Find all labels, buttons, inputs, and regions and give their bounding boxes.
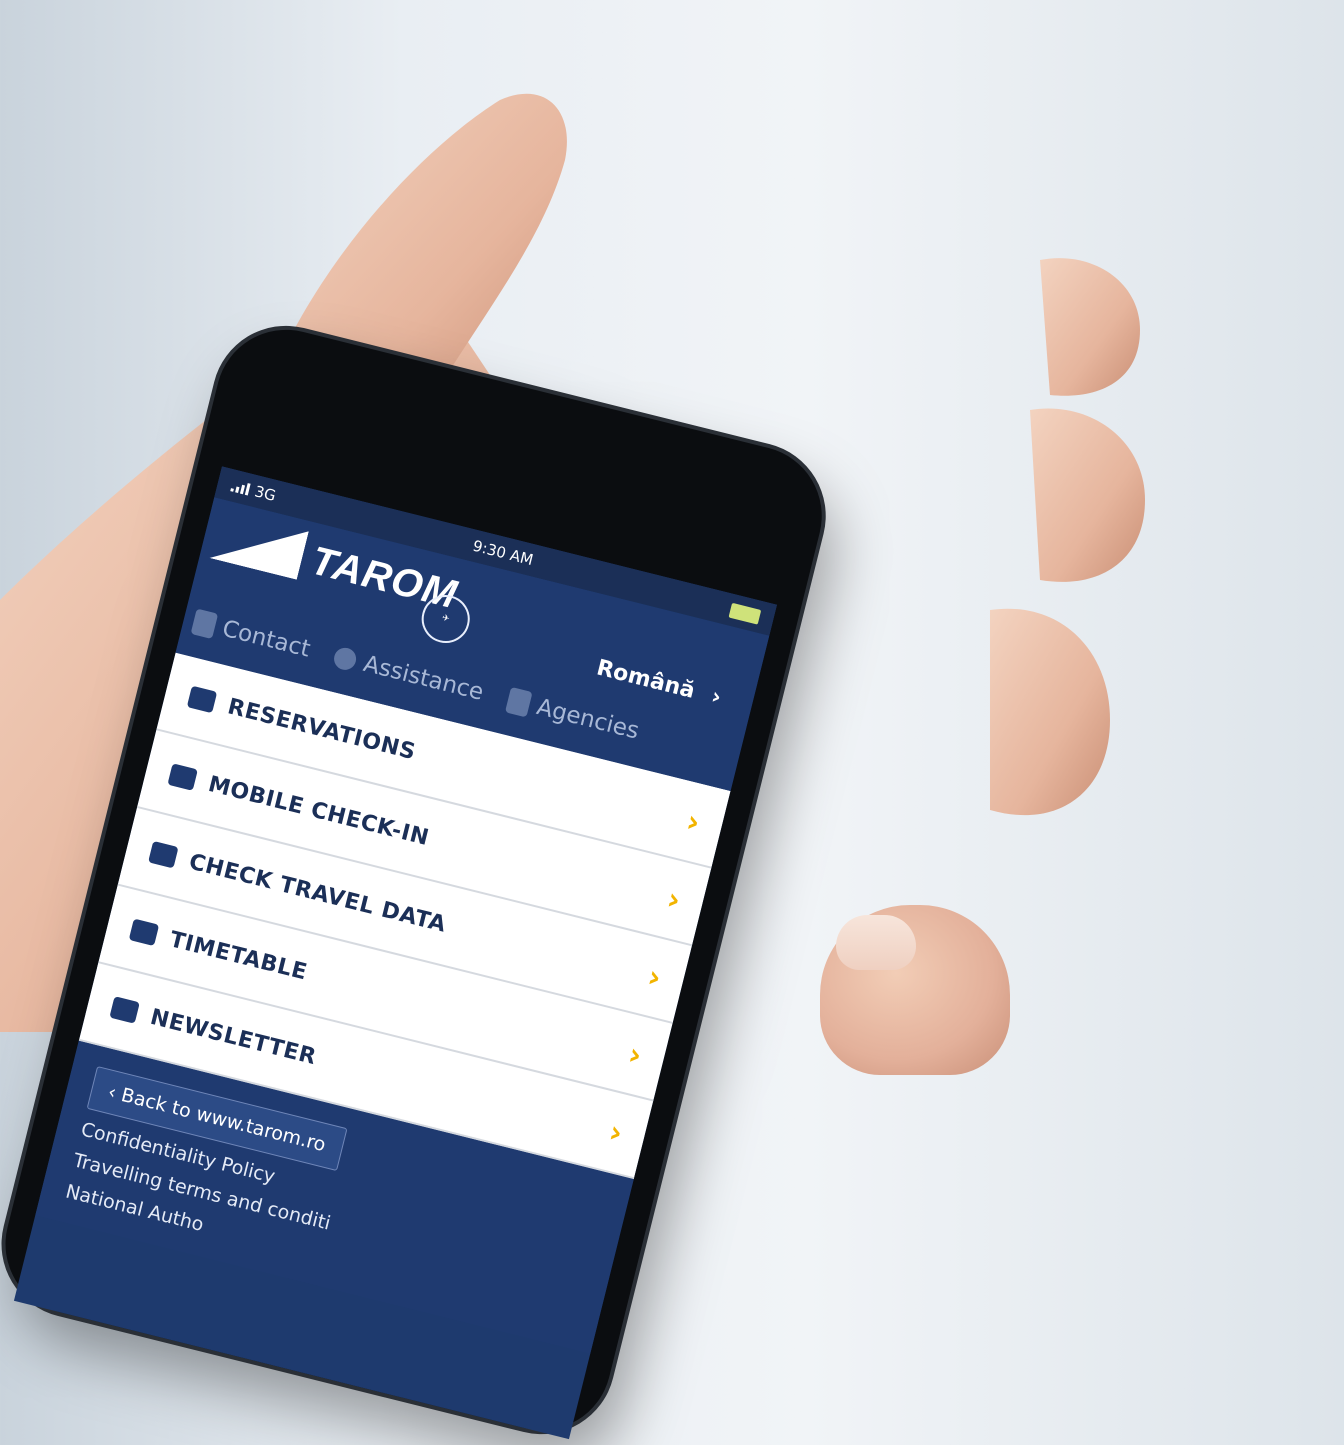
nav-agencies-label: Agencies: [534, 694, 642, 745]
chevron-right-icon: ›: [683, 803, 705, 841]
battery-icon: [728, 602, 762, 625]
language-switch[interactable]: Română ›: [594, 655, 724, 710]
logo-tail-icon: [209, 510, 308, 580]
nav-contact-label: Contact: [219, 615, 313, 663]
chevron-right-icon: ›: [644, 958, 666, 996]
envelope-icon: [109, 996, 140, 1024]
globe-icon: [148, 840, 179, 869]
menu-item-label: NEWSLETTER: [147, 1004, 319, 1070]
nav-contact[interactable]: Contact: [190, 608, 313, 663]
calendar-icon: [128, 918, 160, 947]
right-finger-1: [1040, 258, 1140, 396]
thumbnail-highlight: [836, 915, 916, 970]
reservations-icon: [186, 685, 218, 714]
nav-agencies[interactable]: Agencies: [504, 686, 642, 745]
status-left: 3G: [230, 477, 278, 505]
nav-assistance-label: Assistance: [360, 650, 487, 706]
nav-assistance[interactable]: Assistance: [332, 644, 486, 706]
signal-icon: [230, 479, 251, 496]
lifebuoy-icon: [332, 645, 359, 673]
chevron-right-icon: ›: [605, 1113, 627, 1152]
briefcase-icon: [167, 763, 198, 791]
menu-item-label: TIMETABLE: [167, 926, 310, 986]
chevron-right-icon: ›: [624, 1036, 646, 1074]
language-label: Română: [594, 655, 698, 704]
scene: 3G 9:30 AM TAROM ✈ Română › Contact Assi…: [0, 0, 1344, 1445]
right-finger-2: [1030, 408, 1145, 582]
building-icon: [504, 686, 533, 718]
chevron-right-icon: ›: [663, 881, 685, 919]
phone-icon: [190, 608, 219, 640]
right-finger-3: [990, 608, 1110, 816]
chevron-right-icon: ›: [708, 684, 724, 711]
network-label: 3G: [252, 482, 278, 505]
